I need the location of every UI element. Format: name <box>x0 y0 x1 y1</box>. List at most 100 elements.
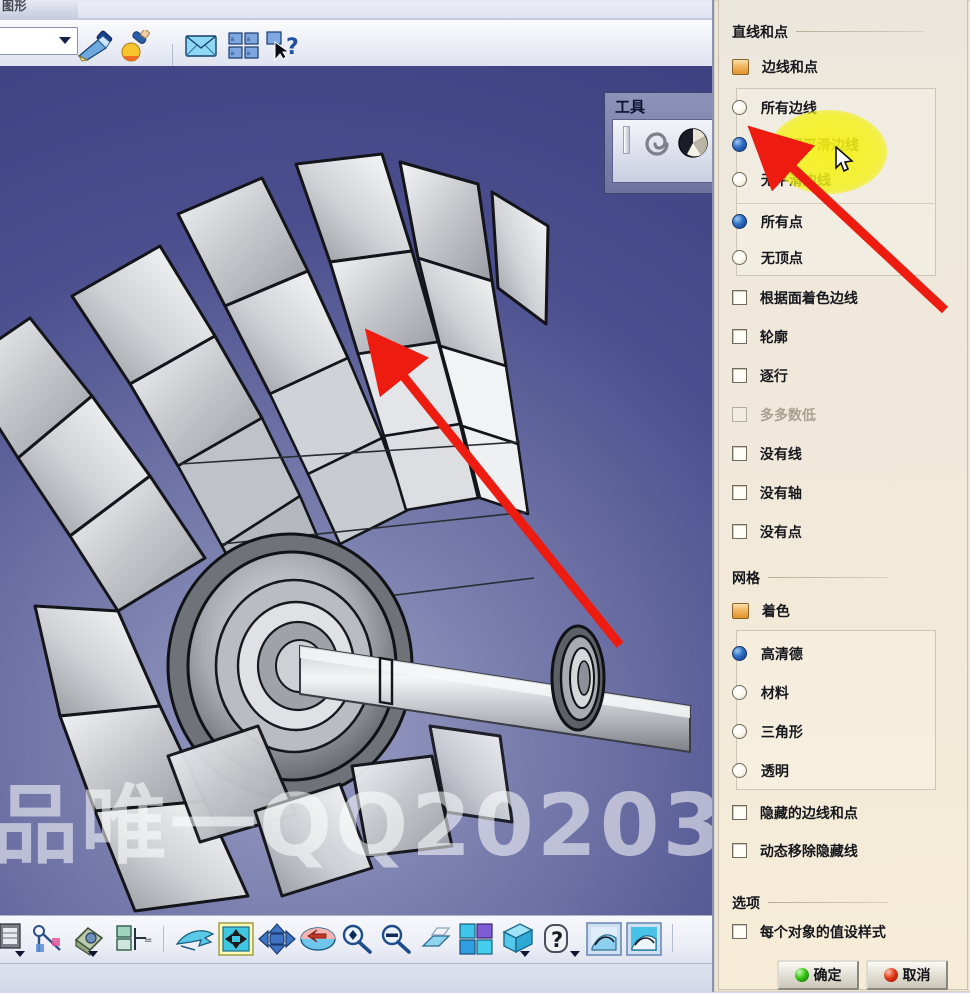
group-title-text: 网格 <box>732 571 760 587</box>
toolbar-separator <box>172 44 173 68</box>
radio-no-vertices[interactable]: 无顶点 <box>732 248 803 268</box>
measure-icon[interactable]: = <box>113 922 153 956</box>
radio-triangles[interactable]: 三角形 <box>732 722 803 742</box>
cancel-button-label: 取消 <box>902 968 931 984</box>
checkbox-icon-disabled <box>732 407 747 422</box>
header-edges-and-points[interactable]: 边线和点 <box>732 57 818 77</box>
radio-high-definition[interactable]: 高清德 <box>732 644 803 664</box>
envelope-icon[interactable] <box>184 32 218 60</box>
radio-material-label: 材料 <box>760 686 789 702</box>
rotate-view-icon[interactable] <box>175 924 215 954</box>
checkbox-shade-edges-by-face-label: 根据面着色边线 <box>759 291 858 307</box>
floating-tools-palette[interactable]: 工具 <box>604 92 722 194</box>
bottom-toolbar-separator-1 <box>163 926 164 952</box>
paintbrush-icon[interactable] <box>76 30 116 62</box>
radio-triangles-label: 三角形 <box>760 725 803 741</box>
checkbox-disabled-option: 多多数低 <box>732 405 816 425</box>
mouse-cursor <box>835 146 854 173</box>
checkbox-icon[interactable] <box>732 805 747 820</box>
folder-swatch-icon <box>732 603 749 619</box>
radio-icon-selected[interactable] <box>732 214 747 229</box>
checkbox-icon[interactable] <box>732 843 747 858</box>
help-dropdown-arrow[interactable] <box>570 951 580 957</box>
checkbox-no-axes[interactable]: 没有轴 <box>732 483 802 503</box>
svg-text:a: a <box>231 50 235 57</box>
radio-material[interactable]: 材料 <box>732 683 789 703</box>
checkbox-icon[interactable] <box>732 924 747 939</box>
palette-title: 工具 <box>615 98 646 116</box>
application-window: 图形 a a a a ? 品唯一QQ20203 工具 = ? 直线和点 边线和点… <box>0 0 970 993</box>
appearance-dropdown-arrow[interactable] <box>88 951 98 957</box>
view-orientation-icon[interactable] <box>498 922 538 956</box>
spiral-tool-icon[interactable] <box>641 128 673 160</box>
style-combo-box[interactable] <box>0 27 78 55</box>
radio-all-edges[interactable]: 所有边线 <box>732 98 817 118</box>
radio-icon-selected[interactable] <box>732 137 747 152</box>
svg-text:=: = <box>144 935 152 946</box>
checkbox-dynamic-hidden-line-removal[interactable]: 动态移除隐藏线 <box>732 841 858 861</box>
radio-transparent[interactable]: 透明 <box>732 761 789 781</box>
checkbox-line-by-line[interactable]: 逐行 <box>732 366 788 386</box>
ok-button[interactable]: 确定 <box>777 960 859 990</box>
checkbox-icon[interactable] <box>732 329 747 344</box>
radio-all-points-label: 所有点 <box>760 215 803 231</box>
radio-icon[interactable] <box>732 172 747 187</box>
viewport-watermark: 品唯一QQ2020303 <box>0 776 712 876</box>
part-dropdown-arrow[interactable] <box>15 951 25 957</box>
zoom-in-icon[interactable] <box>339 924 373 954</box>
display-style-b-icon[interactable] <box>626 922 662 956</box>
radio-all-edges-label: 所有边线 <box>760 101 817 117</box>
radio-no-smooth-edges[interactable]: 无平滑边线 <box>732 170 831 190</box>
checkbox-no-points-label: 没有点 <box>759 525 802 541</box>
menu-fragment-label: 图形 <box>2 0 28 13</box>
viewport-layout-icon[interactable] <box>458 922 494 956</box>
help-pointer-icon[interactable]: ? <box>266 30 302 62</box>
view-orientation-dropdown-arrow[interactable] <box>520 951 530 957</box>
chevron-down-icon[interactable] <box>59 37 71 44</box>
checkbox-shade-edges-by-face[interactable]: 根据面着色边线 <box>732 288 858 308</box>
radio-all-points[interactable]: 所有点 <box>732 212 803 232</box>
part-icon[interactable] <box>0 922 30 954</box>
pan-icon[interactable] <box>258 923 296 955</box>
tile-windows-icon[interactable]: aa aa <box>228 32 260 60</box>
checkbox-per-object-style-label: 每个对象的值设样式 <box>759 925 886 941</box>
checkbox-icon[interactable] <box>732 368 747 383</box>
palette-tray <box>612 119 714 183</box>
checkbox-outline[interactable]: 轮廓 <box>732 327 788 347</box>
group-title-options: 选项 <box>732 893 888 913</box>
section-view-icon[interactable] <box>30 922 70 956</box>
checkbox-icon[interactable] <box>732 446 747 461</box>
checkbox-hidden-edges-points[interactable]: 隐藏的边线和点 <box>732 803 858 823</box>
header-shading[interactable]: 着色 <box>732 601 790 621</box>
checkbox-icon[interactable] <box>732 290 747 305</box>
radio-icon-selected[interactable] <box>732 646 747 661</box>
previous-view-icon[interactable] <box>299 924 337 954</box>
checkbox-icon[interactable] <box>732 485 747 500</box>
folder-swatch-icon <box>732 59 749 75</box>
fit-screen-icon[interactable] <box>218 922 254 956</box>
palette-drag-handle[interactable] <box>623 126 630 154</box>
radio-icon[interactable] <box>732 250 747 265</box>
radio-high-definition-label: 高清德 <box>760 647 803 663</box>
checkbox-no-points[interactable]: 没有点 <box>732 522 802 542</box>
display-style-a-icon[interactable] <box>586 922 622 956</box>
checkbox-per-object-style[interactable]: 每个对象的值设样式 <box>732 922 886 942</box>
zoom-out-icon[interactable] <box>378 924 412 954</box>
shaded-sphere-icon[interactable] <box>676 126 710 160</box>
scene-icon[interactable] <box>118 30 154 62</box>
checkbox-no-axes-label: 没有轴 <box>759 486 802 502</box>
svg-text:a: a <box>247 50 251 57</box>
radio-icon[interactable] <box>732 100 747 115</box>
radio-icon[interactable] <box>732 763 747 778</box>
help-icon[interactable]: ? <box>540 923 574 955</box>
radio-icon[interactable] <box>732 724 747 739</box>
checkbox-no-lines[interactable]: 没有线 <box>732 444 802 464</box>
header-shading-label: 着色 <box>761 604 790 620</box>
group-rule <box>768 902 888 903</box>
radio-box-divider <box>736 203 934 204</box>
radio-icon[interactable] <box>732 685 747 700</box>
radio-transparent-label: 透明 <box>760 764 789 780</box>
cancel-button[interactable]: 取消 <box>866 960 948 990</box>
section-icon[interactable] <box>419 924 457 954</box>
checkbox-icon[interactable] <box>732 524 747 539</box>
